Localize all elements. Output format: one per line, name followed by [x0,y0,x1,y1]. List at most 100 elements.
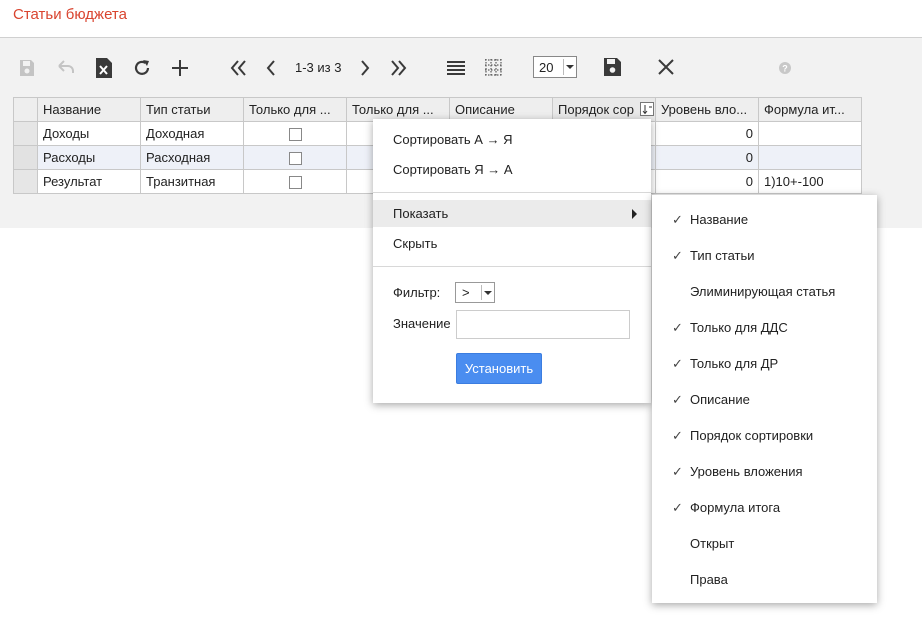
column-header[interactable]: Формула ит... [758,97,862,122]
column-menu-icon[interactable] [640,102,654,116]
column-toggle-item[interactable]: ✓ Уровень вложения [652,453,877,489]
row-selector[interactable] [13,145,38,170]
cell-level[interactable]: 0 [655,145,759,170]
menu-item-show[interactable]: Показать [373,200,651,227]
column-header[interactable]: Тип статьи [140,97,244,122]
menu-item-label: Показать [393,206,449,221]
page-size-value: 20 [539,60,554,75]
apply-filter-button[interactable]: Установить [456,353,542,384]
column-header[interactable]: Только для ... [243,97,347,122]
row-selector[interactable] [13,169,38,194]
prev-page-icon[interactable] [262,57,280,79]
column-header-label: Порядок сор [558,102,634,117]
column-toggle-label: Права [690,572,728,587]
cell-formula[interactable]: 1)10+-100 [758,169,862,194]
column-toggle-label: Элиминирующая статья [690,284,836,299]
add-icon[interactable] [169,57,191,79]
column-toggle-label: Формула итога [690,500,781,515]
filter-operator-select[interactable]: > [455,282,495,303]
page-title: Статьи бюджета [13,6,127,23]
column-header[interactable]: Уровень вло... [655,97,759,122]
cell-level[interactable]: 0 [655,169,759,194]
column-toggle-label: Порядок сортировки [690,428,814,443]
menu-item-hide[interactable]: Скрыть [373,229,651,256]
chevron-down-icon[interactable] [481,285,493,300]
filter-operator-value: > [462,285,470,300]
close-icon[interactable] [656,57,676,77]
column-toggle-label: Только для ДР [690,356,779,371]
cell-formula[interactable] [758,121,862,146]
chevron-down-icon[interactable] [563,59,575,75]
column-toggle-item[interactable]: Элиминирующая статья [652,273,877,309]
column-toggle-item[interactable]: ✓ Только для ДДС [652,309,877,345]
last-page-icon[interactable] [387,57,409,79]
cell-dds[interactable] [243,121,347,146]
grid-header-row: Название Тип статьи Только для ... Тольк… [13,97,862,122]
column-toggle-item[interactable]: ✓ Тип статьи [652,237,877,273]
column-toggle-item[interactable]: ✓ Порядок сортировки [652,417,877,453]
menu-item-label: Скрыть [393,236,438,251]
menu-divider [373,266,651,267]
check-icon: ✓ [672,248,683,263]
check-icon: ✓ [672,500,683,515]
row-selector-header[interactable] [13,97,38,122]
column-toggle-item[interactable]: Открыт [652,525,877,561]
cell-type[interactable]: Транзитная [140,169,244,194]
check-icon: ✓ [672,212,683,227]
column-toggle-item[interactable]: ✓ Название [652,201,877,237]
column-header-sort-order[interactable]: Порядок сор [552,97,656,122]
value-label-text: Значение [393,316,451,331]
checkbox[interactable] [288,176,302,190]
checkbox[interactable] [288,128,302,142]
first-page-icon[interactable] [228,57,250,79]
cell-type[interactable]: Расходная [140,145,244,170]
menu-divider [373,192,651,193]
cell-dds[interactable] [243,169,347,194]
column-toggle-item[interactable]: ✓ Только для ДР [652,345,877,381]
cell-level[interactable]: 0 [655,121,759,146]
checkbox[interactable] [288,152,302,166]
grid-view-icon[interactable] [483,57,505,79]
pager-text: 1-3 из 3 [295,60,342,75]
help-icon[interactable]: ? [778,61,792,75]
cell-type[interactable]: Доходная [140,121,244,146]
row-selector[interactable] [13,121,38,146]
column-toggle-item[interactable]: ✓ Описание [652,381,877,417]
save-icon[interactable] [16,57,38,79]
export-excel-icon[interactable] [93,56,115,80]
column-toggle-label: Описание [690,392,750,407]
cell-name[interactable]: Доходы [37,121,141,146]
refresh-icon[interactable] [131,57,153,79]
column-header[interactable]: Только для ... [346,97,450,122]
check-icon: ✓ [672,320,683,335]
cell-formula[interactable] [758,145,862,170]
check-icon: ✓ [672,464,683,479]
menu-item-label: Сортировать Я → А [393,162,513,177]
save-settings-icon[interactable] [601,56,623,78]
cell-dds[interactable] [243,145,347,170]
column-header[interactable]: Название [37,97,141,122]
undo-icon[interactable] [54,57,78,79]
svg-text:?: ? [782,64,788,74]
rows-view-icon[interactable] [445,57,467,79]
page-size-select[interactable]: 20 [533,56,577,78]
next-page-icon[interactable] [356,57,374,79]
column-toggle-label: Уровень вложения [690,464,803,479]
column-toggle-label: Тип статьи [690,248,755,263]
cell-name[interactable]: Результат [37,169,141,194]
check-icon: ✓ [672,356,683,371]
check-icon: ✓ [672,428,683,443]
submenu-arrow-icon [632,209,637,219]
menu-item-sort-desc[interactable]: Сортировать Я → А [373,155,651,185]
column-toggle-item[interactable]: ✓ Формула итога [652,489,877,525]
column-toggle-label: Открыт [690,536,735,551]
menu-item-label: Сортировать А → Я [393,132,513,147]
cell-name[interactable]: Расходы [37,145,141,170]
filter-value-input[interactable] [456,310,630,339]
filter-label-text: Фильтр: [393,285,441,300]
column-header[interactable]: Описание [449,97,553,122]
menu-item-sort-asc[interactable]: Сортировать А → Я [373,125,651,155]
column-toggle-item[interactable]: Права [652,561,877,597]
check-icon: ✓ [672,392,683,407]
columns-submenu: ✓ Название ✓ Тип статьи Элиминирующая ст… [652,195,877,603]
